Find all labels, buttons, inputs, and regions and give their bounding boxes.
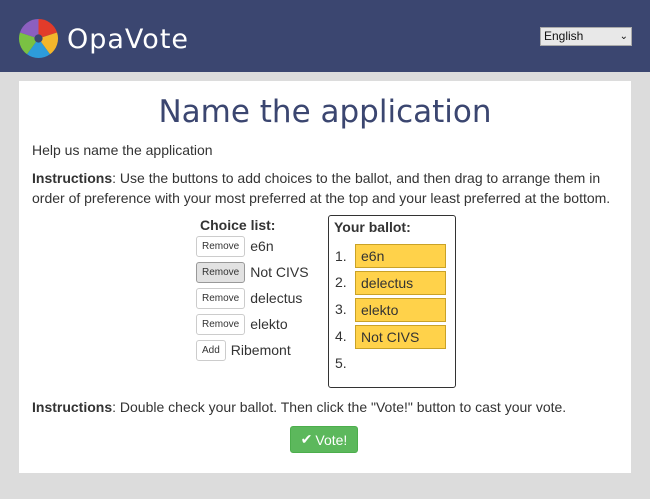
- ballot-heading: Your ballot:: [334, 219, 411, 235]
- choice-item: Remove elekto: [196, 313, 288, 335]
- instructions-label: Instructions: [32, 170, 113, 186]
- check-icon: ✔: [300, 431, 313, 447]
- remove-button[interactable]: Remove: [196, 235, 246, 257]
- choice-item: Remove delectus: [196, 287, 302, 309]
- remove-button[interactable]: Remove: [196, 287, 246, 309]
- ballot-rank: 1.: [335, 248, 347, 264]
- ballot-rank: 2.: [335, 274, 347, 290]
- ballot-box: Your ballot: 1. 2. 3. 4. 5. e6n delectus…: [328, 215, 456, 388]
- choice-label: elekto: [250, 316, 288, 332]
- ballot-card: Name the application Help us name the ap…: [19, 81, 631, 473]
- choice-label: e6n: [250, 238, 274, 254]
- instructions2-body: : Double check your ballot. Then click t…: [112, 399, 567, 415]
- choice-label: Ribemont: [230, 342, 291, 358]
- ballot-rank: 4.: [335, 328, 347, 344]
- opavote-logo-icon: [18, 19, 59, 59]
- vote-label: Vote!: [315, 431, 348, 448]
- choice-label: Not CIVS: [250, 264, 309, 280]
- help-text: Help us name the application: [32, 142, 213, 158]
- choice-label: delectus: [250, 290, 303, 306]
- add-button[interactable]: Add: [196, 339, 226, 361]
- ballot-rank: 5.: [335, 355, 347, 371]
- page-title: Name the application: [158, 94, 492, 130]
- chevron-down-icon: ⌄: [619, 31, 628, 42]
- ballot-entry[interactable]: Not CIVS: [355, 325, 446, 349]
- choice-item: Remove Not CIVS: [196, 261, 309, 283]
- top-navbar: OpaVote English ⌄: [0, 0, 650, 72]
- remove-button[interactable]: Remove: [196, 261, 246, 283]
- instructions2-text: Instructions: Double check your ballot. …: [32, 399, 566, 415]
- instructions-body: : Use the buttons to add choices to the …: [32, 170, 611, 206]
- ballot-rank: 3.: [335, 301, 347, 317]
- language-select[interactable]: English ⌄: [540, 27, 632, 46]
- remove-button[interactable]: Remove: [196, 313, 246, 335]
- instructions2-label: Instructions: [32, 399, 113, 415]
- vote-button[interactable]: ✔ Vote!: [290, 426, 358, 453]
- ballot-entry[interactable]: elekto: [355, 298, 446, 322]
- ballot-entry[interactable]: delectus: [355, 271, 446, 295]
- instructions-text: Instructions: Use the buttons to add cho…: [32, 169, 622, 208]
- brand-name[interactable]: OpaVote: [67, 22, 189, 58]
- ballot-entry[interactable]: e6n: [355, 244, 446, 268]
- language-selected: English: [544, 29, 584, 43]
- choice-list-heading: Choice list:: [200, 217, 276, 233]
- choice-item: Remove e6n: [196, 235, 274, 257]
- choice-item: Add Ribemont: [196, 339, 291, 361]
